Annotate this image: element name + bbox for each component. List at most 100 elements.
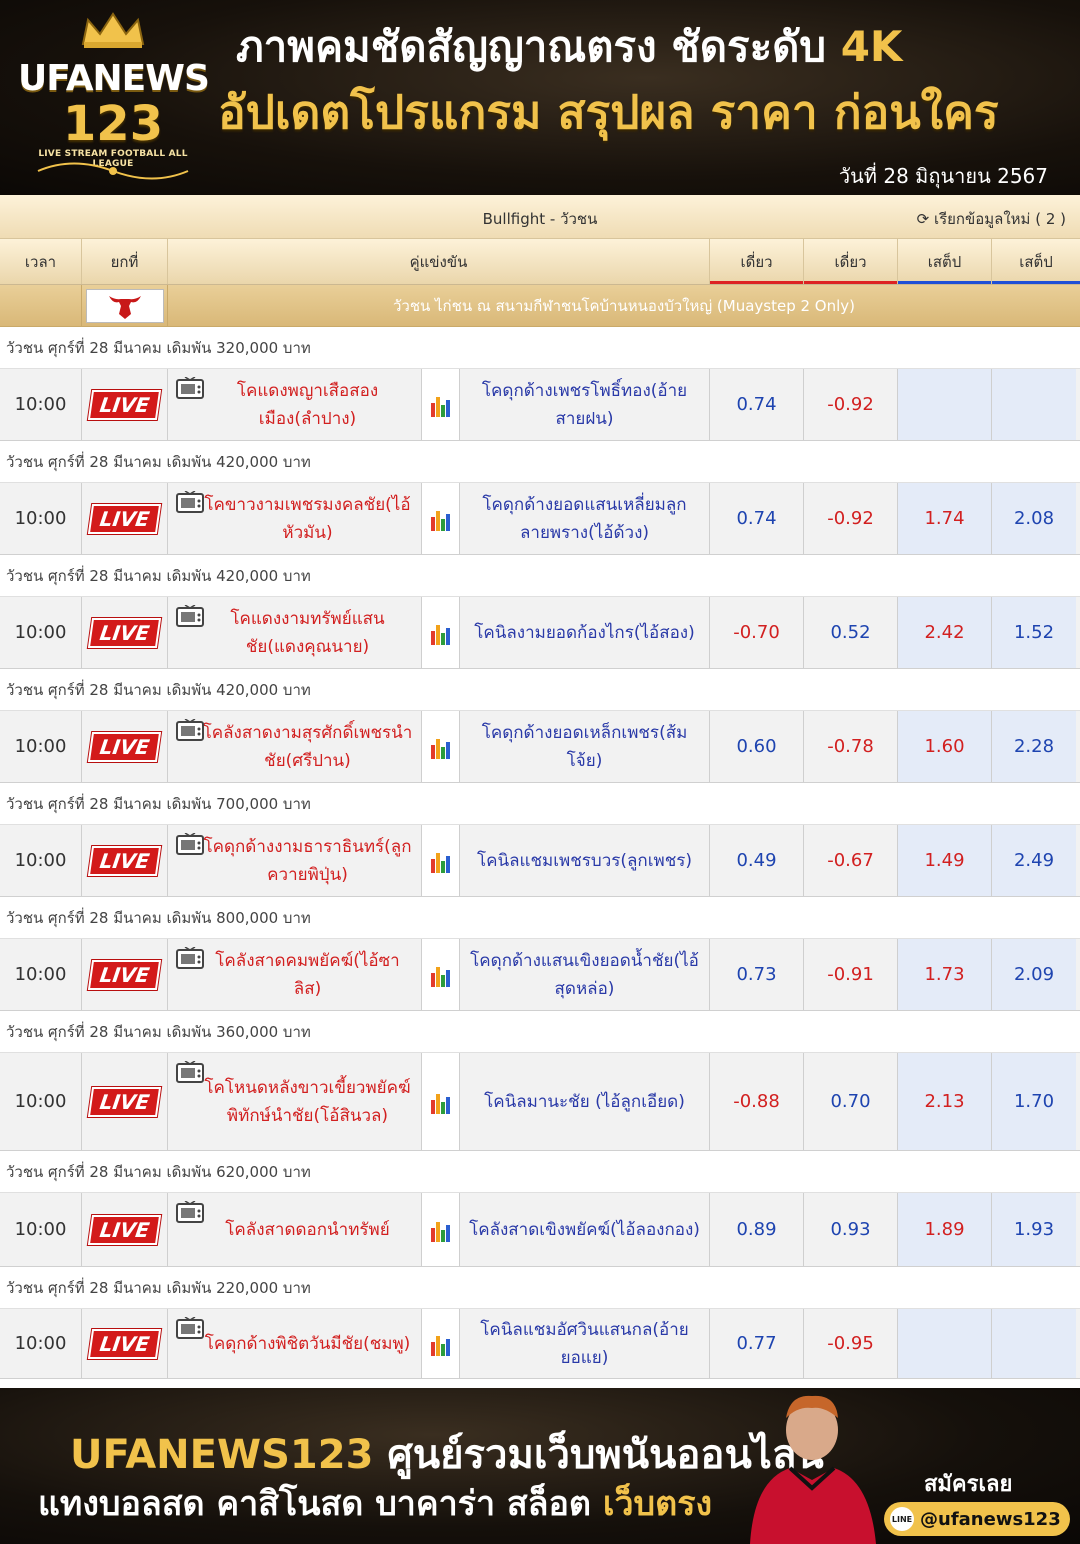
odd-step-1[interactable]: 2.42: [898, 597, 992, 668]
odd-step-2[interactable]: [992, 1309, 1076, 1378]
tv-icon[interactable]: [176, 1061, 204, 1083]
odd-single-1[interactable]: 0.77: [710, 1309, 804, 1378]
stats-icon[interactable]: [430, 1332, 452, 1356]
odd-single-2[interactable]: -0.92: [804, 369, 898, 440]
odd-step-2[interactable]: 1.93: [992, 1193, 1076, 1266]
odd-single-2[interactable]: -0.78: [804, 711, 898, 782]
odd-single-2[interactable]: -0.91: [804, 939, 898, 1010]
stats-icon[interactable]: [430, 507, 452, 531]
stats-cell[interactable]: [422, 369, 460, 440]
live-cell[interactable]: LIVE: [82, 1053, 168, 1150]
odd-single-1[interactable]: 0.74: [710, 483, 804, 554]
odd-single-2[interactable]: 0.93: [804, 1193, 898, 1266]
away-team-name[interactable]: โคนิลงามยอดก้องไกร(ไอ้สอง): [474, 619, 695, 647]
tv-icon[interactable]: [176, 377, 204, 399]
odd-single-2[interactable]: -0.92: [804, 483, 898, 554]
tv-icon[interactable]: [176, 491, 204, 513]
away-team-name[interactable]: โคดุกด้างเพชรโพธิ์ทอง(อ้ายสายฝน): [468, 377, 701, 433]
live-button[interactable]: LIVE: [87, 845, 162, 876]
tv-icon[interactable]: [176, 1317, 204, 1339]
odd-step-1[interactable]: [898, 1309, 992, 1378]
odd-single-1[interactable]: -0.70: [710, 597, 804, 668]
live-button[interactable]: LIVE: [87, 1214, 162, 1245]
live-button[interactable]: LIVE: [87, 389, 162, 420]
odd-step-1[interactable]: 1.60: [898, 711, 992, 782]
live-cell[interactable]: LIVE: [82, 483, 168, 554]
home-team-name[interactable]: โคลังสาดคมพยัคฆ์(ไอ้ซาลิส): [202, 947, 413, 1003]
home-team-name[interactable]: โคแดงพญาเสือสองเมือง(ลำปาง): [202, 377, 413, 433]
home-team-name[interactable]: โคดุกด้างพิชิตวันมีชัย(ชมพู): [205, 1330, 411, 1358]
live-button[interactable]: LIVE: [87, 959, 162, 990]
stats-icon[interactable]: [430, 621, 452, 645]
away-team-name[interactable]: โคนิลมานะชัย (ไอ้ลูกเอียด): [484, 1088, 685, 1116]
odd-single-2[interactable]: -0.95: [804, 1309, 898, 1378]
odd-single-1[interactable]: 0.73: [710, 939, 804, 1010]
away-team-name[interactable]: โคดุกด้างแสนเขิงยอดน้ำชัย(ไอ้สุดหล่อ): [468, 947, 701, 1003]
odd-single-1[interactable]: 0.74: [710, 369, 804, 440]
odd-step-1[interactable]: [898, 369, 992, 440]
live-cell[interactable]: LIVE: [82, 369, 168, 440]
tv-icon[interactable]: [176, 1201, 204, 1223]
tv-icon[interactable]: [176, 947, 204, 969]
live-button[interactable]: LIVE: [87, 1328, 162, 1359]
home-team-name[interactable]: โคโหนดหลังขาวเขี้ยวพยัคฆ์พิทักษ์นำชัย(โอ…: [202, 1074, 413, 1130]
stats-icon[interactable]: [430, 1218, 452, 1242]
home-team-name[interactable]: โคดุกด้างงามธาราธินทร์(ลูกควายพิปุ่น): [202, 833, 413, 889]
odd-step-1[interactable]: 1.89: [898, 1193, 992, 1266]
live-cell[interactable]: LIVE: [82, 711, 168, 782]
stats-cell[interactable]: [422, 939, 460, 1010]
stats-cell[interactable]: [422, 597, 460, 668]
odd-step-2[interactable]: 1.70: [992, 1053, 1076, 1150]
odd-step-2[interactable]: 2.28: [992, 711, 1076, 782]
stats-icon[interactable]: [430, 735, 452, 759]
odd-step-2[interactable]: 2.49: [992, 825, 1076, 896]
odd-single-2[interactable]: -0.67: [804, 825, 898, 896]
stats-icon[interactable]: [430, 1090, 452, 1114]
tv-icon[interactable]: [176, 833, 204, 855]
odd-step-2[interactable]: [992, 369, 1076, 440]
live-cell[interactable]: LIVE: [82, 939, 168, 1010]
stats-cell[interactable]: [422, 1053, 460, 1150]
away-team-name[interactable]: โคนิลแชมอัศวินแสนกล(อ้ายยอแย): [468, 1316, 701, 1372]
live-button[interactable]: LIVE: [87, 1086, 162, 1117]
odd-single-2[interactable]: 0.70: [804, 1053, 898, 1150]
line-contact-button[interactable]: LINE @ufanews123: [884, 1502, 1070, 1536]
odd-single-1[interactable]: 0.89: [710, 1193, 804, 1266]
home-team-name[interactable]: โคแดงงามทรัพย์แสนชัย(แดงคุณนาย): [202, 605, 413, 661]
live-cell[interactable]: LIVE: [82, 1309, 168, 1378]
live-button[interactable]: LIVE: [87, 617, 162, 648]
away-team-name[interactable]: โคนิลแชมเพชรบวร(ลูกเพชร): [477, 847, 692, 875]
odd-single-1[interactable]: 0.60: [710, 711, 804, 782]
live-cell[interactable]: LIVE: [82, 1193, 168, 1266]
away-team-name[interactable]: โคดุกด้างยอดแสนเหลี่ยมลูกลายพราง(ไอ้ด้วง…: [468, 491, 701, 547]
away-team-name[interactable]: โคดุกด้างยอดเหล็กเพชร(ส้มโจ้ย): [468, 719, 701, 775]
stats-icon[interactable]: [430, 849, 452, 873]
signup-button[interactable]: สมัครเลย: [924, 1466, 1012, 1501]
stats-cell[interactable]: [422, 483, 460, 554]
stats-icon[interactable]: [430, 963, 452, 987]
stats-cell[interactable]: [422, 825, 460, 896]
odd-step-1[interactable]: 1.74: [898, 483, 992, 554]
odd-single-2[interactable]: 0.52: [804, 597, 898, 668]
stats-cell[interactable]: [422, 1193, 460, 1266]
site-logo[interactable]: UFANEWS 123 LIVE STREAM FOOTBALL ALL LEA…: [18, 10, 210, 185]
live-button[interactable]: LIVE: [87, 731, 162, 762]
home-team-name[interactable]: โคลังสาดงามสุรศักดิ์เพชรนำชัย(ศรีปาน): [202, 719, 413, 775]
home-team-name[interactable]: โคลังสาดดอกนำทรัพย์: [225, 1216, 389, 1244]
home-team-name[interactable]: โคขาวงามเพชรมงคลชัย(ไอ้หัวมัน): [202, 491, 413, 547]
odd-step-1[interactable]: 2.13: [898, 1053, 992, 1150]
odd-single-1[interactable]: -0.88: [710, 1053, 804, 1150]
odd-single-1[interactable]: 0.49: [710, 825, 804, 896]
odd-step-1[interactable]: 1.49: [898, 825, 992, 896]
odd-step-1[interactable]: 1.73: [898, 939, 992, 1010]
away-team-name[interactable]: โคลังสาดเขิงพยัคฆ์(ไอ้ลองกอง): [469, 1216, 700, 1244]
odd-step-2[interactable]: 2.09: [992, 939, 1076, 1010]
stats-icon[interactable]: [430, 393, 452, 417]
refresh-button[interactable]: ⟳ เรียกข้อมูลใหม่ ( 2 ): [917, 207, 1066, 231]
live-button[interactable]: LIVE: [87, 503, 162, 534]
stats-cell[interactable]: [422, 711, 460, 782]
tv-icon[interactable]: [176, 605, 204, 627]
odd-step-2[interactable]: 1.52: [992, 597, 1076, 668]
stats-cell[interactable]: [422, 1309, 460, 1378]
tv-icon[interactable]: [176, 719, 204, 741]
